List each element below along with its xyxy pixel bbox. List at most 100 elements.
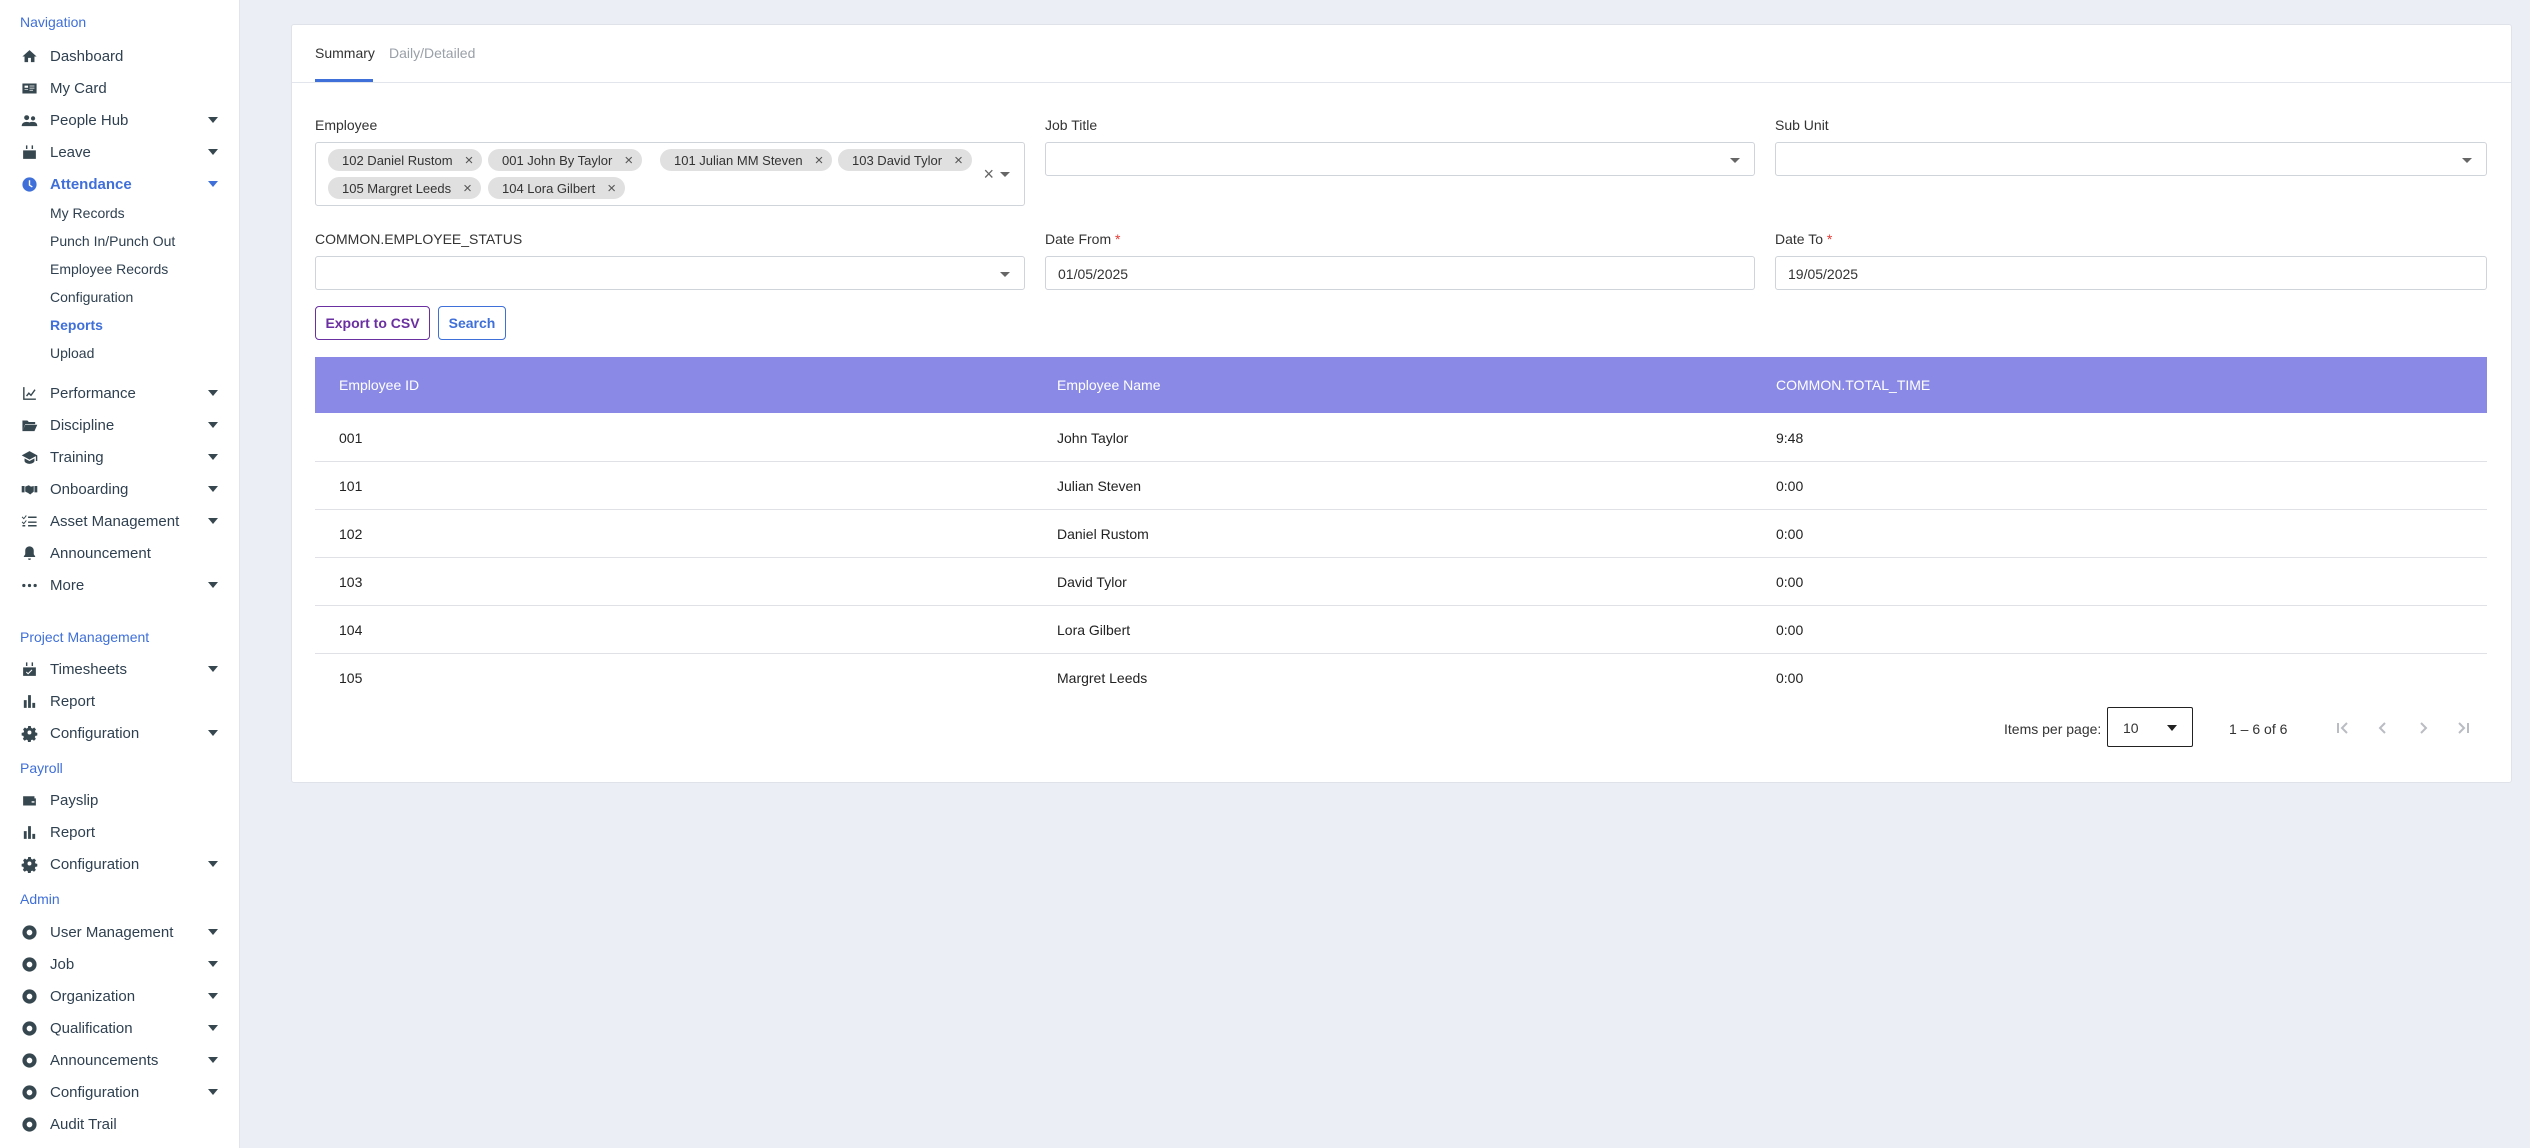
sidebar-sub-my-records[interactable]: My Records [50, 205, 125, 221]
sidebar-sub-configuration[interactable]: Configuration [50, 289, 133, 305]
sidebar-item-project-configuration[interactable]: Configuration [0, 718, 239, 748]
next-page-button[interactable] [2408, 713, 2438, 743]
sidebar-item-label: Job [50, 955, 75, 973]
clear-all-icon[interactable]: × [983, 164, 994, 185]
table-row: 103 David Tylor 0:00 [315, 557, 2487, 606]
column-header-employee-name[interactable]: Employee Name [1057, 377, 1161, 393]
sidebar-item-announcements[interactable]: Announcements [0, 1045, 239, 1075]
sidebar-item-asset-management[interactable]: Asset Management [0, 506, 239, 536]
column-header-total-time[interactable]: COMMON.TOTAL_TIME [1776, 377, 1930, 393]
chevron-down-icon[interactable] [1000, 172, 1010, 177]
employee-multiselect[interactable]: 102 Daniel Rustom × 001 John By Taylor ×… [315, 142, 1025, 206]
export-csv-button[interactable]: Export to CSV [315, 306, 430, 340]
chevron-down-icon [208, 993, 218, 999]
sidebar-item-organization[interactable]: Organization [0, 981, 239, 1011]
sidebar-sub-employee-records[interactable]: Employee Records [50, 261, 168, 277]
sidebar-sub-reports[interactable]: Reports [50, 317, 103, 333]
chip-label: 101 Julian MM Steven [674, 152, 803, 168]
chevron-right-icon [2420, 722, 2428, 734]
pagination-range: 1 – 6 of 6 [2229, 721, 2288, 737]
date-from-label-text: Date From [1045, 231, 1112, 247]
chip-remove-icon[interactable]: × [465, 152, 474, 169]
gear-icon [20, 724, 38, 742]
sidebar-item-qualification[interactable]: Qualification [0, 1013, 239, 1043]
cell-employee-name: John Taylor [1057, 430, 1129, 446]
previous-page-button[interactable] [2368, 713, 2398, 743]
navigation-section-title: Navigation [20, 14, 87, 30]
sidebar-item-admin-configuration[interactable]: Configuration [0, 1077, 239, 1107]
chevron-down-icon [208, 149, 218, 155]
sidebar-item-project-report[interactable]: Report [0, 686, 239, 716]
sidebar-item-onboarding[interactable]: Onboarding [0, 474, 239, 504]
cell-total-time: 0:00 [1776, 526, 1804, 542]
sidebar-sub-upload[interactable]: Upload [50, 345, 94, 361]
chip-remove-icon[interactable]: × [954, 152, 963, 169]
date-from-input[interactable]: 01/05/2025 [1045, 256, 1755, 290]
sidebar-item-discipline[interactable]: Discipline [0, 410, 239, 440]
sub-unit-select[interactable] [1775, 142, 2487, 176]
calendar-icon [20, 143, 38, 161]
sidebar-item-dashboard[interactable]: Dashboard [0, 41, 239, 71]
sidebar-item-audit-trail[interactable]: Audit Trail [0, 1109, 239, 1139]
date-to-label-text: Date To [1775, 231, 1823, 247]
cell-total-time: 0:00 [1776, 574, 1804, 590]
sidebar-item-announcement[interactable]: Announcement [0, 538, 239, 568]
sidebar-item-leave[interactable]: Leave [0, 137, 239, 167]
tab-summary[interactable]: Summary [315, 45, 375, 61]
employee-status-select[interactable] [315, 256, 1025, 290]
cell-total-time: 0:00 [1776, 478, 1804, 494]
sidebar-item-payroll-report[interactable]: Report [0, 817, 239, 847]
sidebar-item-label: Leave [50, 143, 91, 161]
tab-daily-detailed[interactable]: Daily/Detailed [389, 45, 475, 61]
last-page-icon [2458, 722, 2469, 734]
sidebar-item-timesheets[interactable]: Timesheets [0, 654, 239, 684]
payroll-section-title: Payroll [20, 760, 63, 776]
checklist-icon [20, 512, 38, 530]
sidebar-item-label: Discipline [50, 416, 115, 434]
chevron-down-icon [208, 582, 218, 588]
sidebar-item-people-hub[interactable]: People Hub [0, 105, 239, 135]
home-icon [20, 47, 38, 65]
chip-label: 102 Daniel Rustom [342, 152, 453, 168]
job-title-select[interactable] [1045, 142, 1755, 176]
chip-remove-icon[interactable]: × [607, 180, 616, 197]
employee-chip: 001 John By Taylor × [488, 149, 643, 171]
chevron-down-icon [208, 117, 218, 123]
search-button[interactable]: Search [438, 306, 506, 340]
date-from-label: Date From * [1045, 231, 1120, 247]
sidebar-item-training[interactable]: Training [0, 442, 239, 472]
cell-employee-id: 104 [339, 622, 363, 638]
chip-remove-icon[interactable]: × [463, 180, 472, 197]
sidebar-sub-punch-in-out[interactable]: Punch In/Punch Out [50, 233, 175, 249]
sidebar: Navigation Dashboard My Card People Hub … [0, 0, 240, 1148]
sidebar-item-my-card[interactable]: My Card [0, 73, 239, 103]
column-header-employee-id[interactable]: Employee ID [339, 377, 419, 393]
date-to-input[interactable]: 19/05/2025 [1775, 256, 2487, 290]
sidebar-item-payroll-configuration[interactable]: Configuration [0, 849, 239, 879]
last-page-button[interactable] [2448, 713, 2478, 743]
chevron-left-icon [2378, 722, 2386, 734]
project-management-section-title: Project Management [20, 629, 150, 645]
chip-remove-icon[interactable]: × [815, 152, 824, 169]
chevron-down-icon [208, 1057, 218, 1063]
first-page-icon [2337, 722, 2348, 734]
sidebar-item-attendance[interactable]: Attendance [0, 169, 239, 199]
sidebar-item-more[interactable]: More [0, 570, 239, 600]
table-header: Employee ID Employee Name COMMON.TOTAL_T… [315, 357, 2487, 413]
sidebar-item-label: Onboarding [50, 480, 129, 498]
sidebar-item-payslip[interactable]: Payslip [0, 785, 239, 815]
sidebar-item-label: Announcements [50, 1051, 159, 1069]
sidebar-item-job[interactable]: Job [0, 949, 239, 979]
employee-label: Employee [315, 117, 378, 133]
sidebar-item-performance[interactable]: Performance [0, 378, 239, 408]
items-per-page-value: 10 [2123, 720, 2139, 736]
employee-chip: 102 Daniel Rustom × [328, 149, 483, 171]
chip-remove-icon[interactable]: × [624, 152, 633, 169]
sidebar-item-label: Attendance [50, 175, 132, 193]
items-per-page-select[interactable]: 10 [2107, 707, 2193, 747]
first-page-button[interactable] [2328, 713, 2358, 743]
circle-dot-icon [20, 1115, 38, 1133]
required-mark: * [1115, 231, 1121, 247]
sidebar-item-user-management[interactable]: User Management [0, 917, 239, 947]
chevron-down-icon [208, 961, 218, 967]
